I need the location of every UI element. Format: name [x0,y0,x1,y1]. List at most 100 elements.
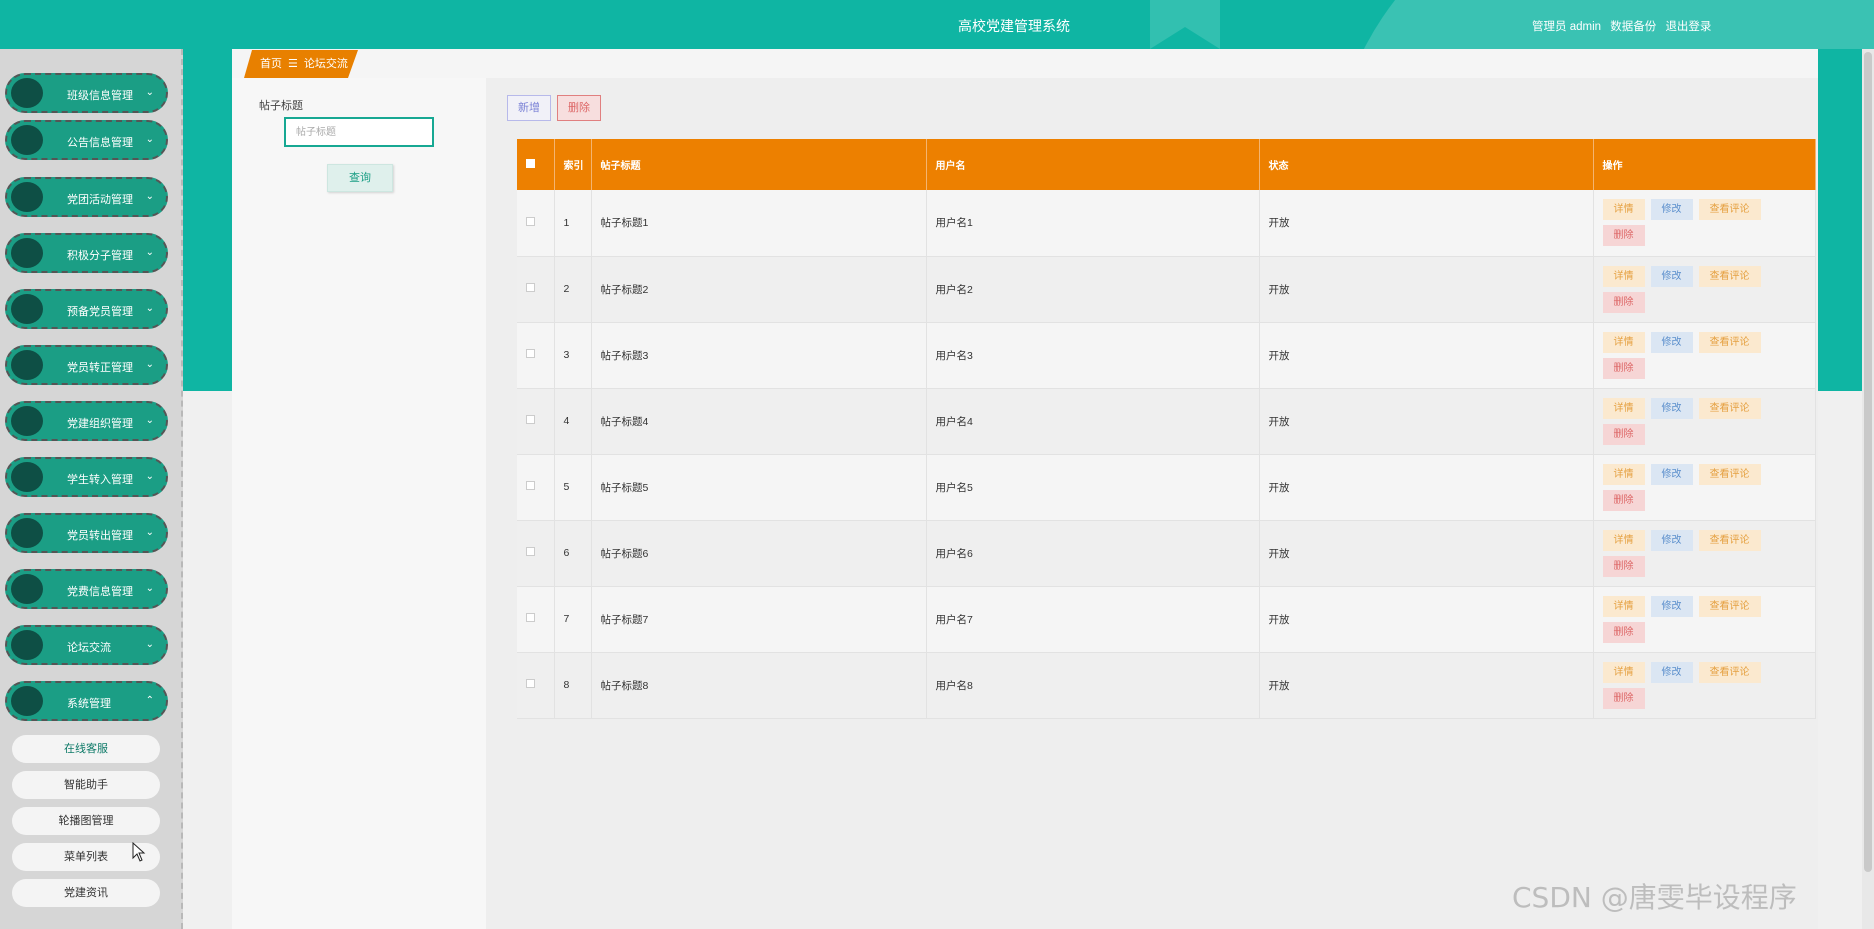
row-checkbox[interactable] [526,216,535,226]
chevron-down-icon: ⌄ [145,471,154,482]
edit-button[interactable]: 修改 [1650,661,1693,683]
edit-button[interactable]: 修改 [1650,463,1693,485]
row-index: 3 [554,322,592,389]
add-button[interactable]: 新增 [507,95,551,121]
chevron-down-icon: ⌄ [145,415,154,426]
menu-avatar-icon [11,238,43,268]
row-status: 开放 [1259,520,1594,587]
row-user: 用户名5 [926,454,1260,521]
view-comments-button[interactable]: 查看评论 [1698,529,1761,551]
row-user: 用户名1 [926,190,1260,257]
column-header-index: 索引 [554,139,592,190]
edit-button[interactable]: 修改 [1650,529,1693,551]
menu-avatar-icon [11,574,43,604]
logout-link[interactable]: 退出登录 [1665,21,1711,33]
chevron-up-icon: ⌃ [145,695,154,706]
backup-link[interactable]: 数据备份 [1610,21,1656,33]
delete-button[interactable]: 删除 [1602,555,1645,577]
sidebar-item-member-transfer-out[interactable]: 党员转出管理 ⌄ [5,513,168,553]
menu-avatar-icon [11,630,43,660]
edit-button[interactable]: 修改 [1650,595,1693,617]
row-checkbox[interactable] [526,481,535,490]
delete-button[interactable]: 删除 [1602,225,1645,247]
query-button[interactable]: 查询 [327,164,393,192]
breadcrumb-bar [232,49,1818,78]
row-status: 开放 [1259,586,1594,653]
row-checkbox[interactable] [526,415,535,424]
delete-button[interactable]: 删除 [1602,357,1645,379]
column-header-title: 帖子标题 [591,139,927,190]
view-comments-button[interactable]: 查看评论 [1698,199,1761,221]
sidebar-item-class-info[interactable]: 班级信息管理 ⌄ [5,73,168,113]
row-title: 帖子标题6 [591,520,927,587]
detail-button[interactable]: 详情 [1602,199,1645,221]
sidebar-item-party-activities[interactable]: 党团活动管理 ⌄ [5,177,168,217]
row-select-cell [517,652,555,719]
sidebar-item-label: 积极分子管理 [67,250,133,262]
detail-button[interactable]: 详情 [1602,265,1645,287]
view-comments-button[interactable]: 查看评论 [1698,661,1761,683]
delete-button[interactable]: 删除 [1602,423,1645,445]
chevron-down-icon: ⌄ [145,87,154,98]
breadcrumb: 首页 ☰ 论坛交流 [244,50,358,78]
scrollbar-thumb[interactable] [1864,52,1872,872]
edit-button[interactable]: 修改 [1650,199,1693,221]
menu-avatar-icon [11,406,43,436]
delete-button[interactable]: 删除 [1602,291,1645,313]
menu-avatar-icon [11,78,43,108]
table-row: 1 帖子标题1 用户名1 开放 详情 修改 查看评论 删除 [517,190,1816,257]
sidebar-subitem-smart-assistant[interactable]: 智能助手 [12,771,160,799]
breadcrumb-current: 论坛交流 [303,58,348,70]
column-header-status: 状态 [1259,139,1594,190]
watermark: CSDN @唐雯毕设程序 [1512,881,1797,914]
delete-button[interactable]: 删除 [1602,621,1645,643]
chevron-down-icon: ⌄ [145,359,154,370]
sidebar-item-party-dues[interactable]: 党费信息管理 ⌄ [5,569,168,609]
post-title-search-input[interactable] [284,117,434,147]
menu-avatar-icon [11,350,43,380]
view-comments-button[interactable]: 查看评论 [1698,331,1761,353]
sidebar-subitem-online-service[interactable]: 在线客服 [12,735,160,763]
row-checkbox[interactable] [526,613,535,622]
sidebar-subitem-party-news[interactable]: 党建资讯 [12,879,160,907]
view-comments-button[interactable]: 查看评论 [1698,463,1761,485]
select-all-checkbox[interactable] [526,158,535,168]
view-comments-button[interactable]: 查看评论 [1698,265,1761,287]
batch-delete-button[interactable]: 删除 [557,95,601,121]
row-checkbox[interactable] [526,283,535,292]
table-row: 6 帖子标题6 用户名6 开放 详情 修改 查看评论 删除 [517,520,1816,587]
chevron-down-icon: ⌄ [145,134,154,145]
sidebar-item-forum[interactable]: 论坛交流 ⌄ [5,625,168,665]
delete-button[interactable]: 删除 [1602,687,1645,709]
menu-avatar-icon [11,518,43,548]
view-comments-button[interactable]: 查看评论 [1698,397,1761,419]
sidebar-subitem-carousel-management[interactable]: 轮播图管理 [12,807,160,835]
delete-button[interactable]: 删除 [1602,489,1645,511]
row-select-cell [517,520,555,587]
row-checkbox[interactable] [526,679,535,688]
sidebar-item-system-management[interactable]: 系统管理 ⌃ [5,681,168,721]
detail-button[interactable]: 详情 [1602,529,1645,551]
row-checkbox[interactable] [526,547,535,556]
detail-button[interactable]: 详情 [1602,595,1645,617]
row-index: 1 [554,190,592,257]
edit-button[interactable]: 修改 [1650,265,1693,287]
sidebar-item-label: 党建组织管理 [67,418,133,430]
detail-button[interactable]: 详情 [1602,463,1645,485]
row-title: 帖子标题2 [591,256,927,323]
sidebar-item-party-organizations[interactable]: 党建组织管理 ⌄ [5,401,168,441]
edit-button[interactable]: 修改 [1650,397,1693,419]
sidebar-item-probationary-members[interactable]: 预备党员管理 ⌄ [5,289,168,329]
breadcrumb-home[interactable]: 首页 [260,58,282,70]
detail-button[interactable]: 详情 [1602,661,1645,683]
sidebar-item-student-transfer-in[interactable]: 学生转入管理 ⌄ [5,457,168,497]
sidebar-item-announcements[interactable]: 公告信息管理 ⌄ [5,120,168,160]
sidebar-item-activists[interactable]: 积极分子管理 ⌄ [5,233,168,273]
detail-button[interactable]: 详情 [1602,331,1645,353]
sidebar-item-member-confirmation[interactable]: 党员转正管理 ⌄ [5,345,168,385]
row-checkbox[interactable] [526,349,535,358]
view-comments-button[interactable]: 查看评论 [1698,595,1761,617]
row-index: 8 [554,652,592,719]
detail-button[interactable]: 详情 [1602,397,1645,419]
edit-button[interactable]: 修改 [1650,331,1693,353]
